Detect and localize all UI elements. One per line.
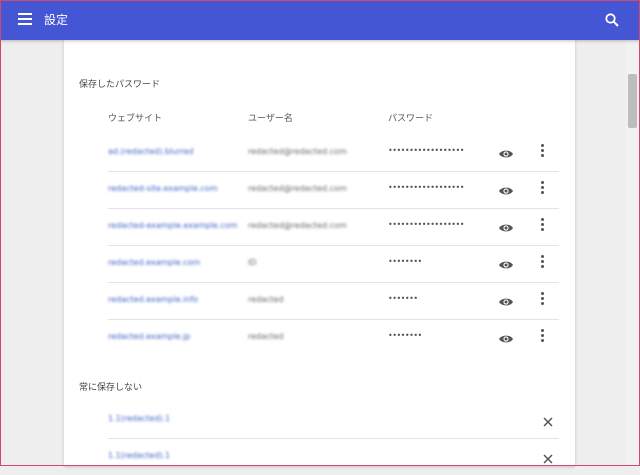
eye-icon[interactable] <box>498 182 514 195</box>
password-row: redacted.example.jp redacted •••••••• <box>108 319 559 356</box>
saved-passwords-heading: 保存したパスワード <box>79 80 161 90</box>
never-saved-heading: 常に保存しない <box>79 383 143 393</box>
password-row-username: redacted@redacted.com <box>248 147 347 156</box>
password-row-masked-password: •••••••••••••••••• <box>388 146 464 155</box>
passwords-card: 保存したパスワード ウェブサイト ユーザー名 パスワード ad.(redacte… <box>64 40 575 466</box>
more-vert-icon[interactable] <box>539 291 545 307</box>
never-saved-site-link[interactable]: 1.1(redacted).1 <box>108 414 170 423</box>
password-row-username: ID <box>248 258 257 267</box>
password-row-site-link[interactable]: redacted-example.example.com <box>108 221 237 230</box>
more-vert-icon[interactable] <box>539 143 545 159</box>
more-vert-icon[interactable] <box>539 254 545 270</box>
hamburger-menu-icon[interactable] <box>18 12 34 26</box>
password-row-site-link[interactable]: redacted.example.jp <box>108 332 190 341</box>
never-saved-row: 1.1(redacted).1 <box>108 438 559 475</box>
search-icon[interactable] <box>604 12 620 28</box>
column-header-website: ウェブサイト <box>108 114 163 124</box>
password-row-site-link[interactable]: redacted.example.com <box>108 258 200 267</box>
password-row-username: redacted <box>248 332 284 341</box>
never-saved-row: 1.1(redacted).1 <box>108 401 559 439</box>
column-header-password: パスワード <box>388 114 434 124</box>
eye-icon[interactable] <box>498 256 514 269</box>
password-row-masked-password: ••••••• <box>388 294 418 303</box>
password-row: redacted-site.example.com redacted@redact… <box>108 171 559 209</box>
password-row: redacted.example.info redacted ••••••• <box>108 282 559 320</box>
never-saved-site-link[interactable]: 1.1(redacted).1 <box>108 451 170 460</box>
password-row-site-link[interactable]: redacted.example.info <box>108 295 198 304</box>
app-header: 設定 <box>0 0 640 40</box>
password-row-username: redacted@redacted.com <box>248 221 347 230</box>
password-row-username: redacted <box>248 295 284 304</box>
scrollbar-thumb[interactable] <box>628 74 637 128</box>
page-title: 設定 <box>44 13 69 27</box>
password-row-masked-password: •••••••• <box>388 331 422 340</box>
password-row-masked-password: •••••••••••••••••• <box>388 183 464 192</box>
eye-icon[interactable] <box>498 145 514 158</box>
password-row-site-link[interactable]: redacted-site.example.com <box>108 184 218 193</box>
close-icon[interactable] <box>542 450 554 464</box>
password-row: redacted.example.com ID •••••••• <box>108 245 559 283</box>
password-row: ad.(redacted).blurred redacted@redacted.c… <box>108 134 559 172</box>
password-row-username: redacted@redacted.com <box>248 184 347 193</box>
more-vert-icon[interactable] <box>539 217 545 233</box>
password-row-site-link[interactable]: ad.(redacted).blurred <box>108 147 194 156</box>
eye-icon[interactable] <box>498 293 514 306</box>
more-vert-icon[interactable] <box>539 180 545 196</box>
column-header-username: ユーザー名 <box>248 114 293 124</box>
close-icon[interactable] <box>542 413 554 427</box>
eye-icon[interactable] <box>498 219 514 232</box>
eye-icon[interactable] <box>498 330 514 343</box>
password-row-masked-password: •••••••• <box>388 257 422 266</box>
more-vert-icon[interactable] <box>539 328 545 344</box>
password-row-masked-password: •••••••••••••••••• <box>388 220 464 229</box>
password-row: redacted-example.example.com redacted@red… <box>108 208 559 246</box>
